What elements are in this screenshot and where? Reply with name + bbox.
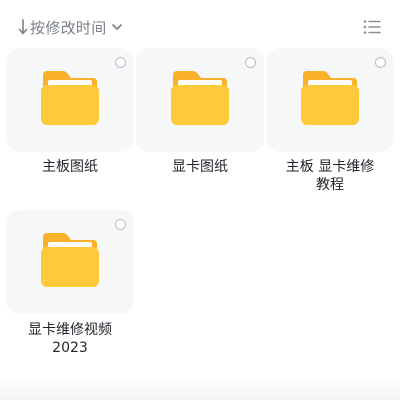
folder-tile[interactable] bbox=[6, 48, 134, 152]
folder-tile[interactable] bbox=[136, 48, 264, 152]
chevron-down-icon bbox=[111, 24, 122, 30]
file-browser: 按修改时间 主板图纸 显卡图纸 主板 显卡维修 教程 显卡维修视频 2023 bbox=[0, 0, 400, 400]
folder-name[interactable]: 主板 显卡维修 教程 bbox=[263, 158, 397, 194]
folder-icon bbox=[171, 71, 229, 125]
list-view-icon[interactable] bbox=[363, 19, 381, 35]
bottom-fade bbox=[0, 376, 400, 400]
folder-icon bbox=[41, 71, 99, 125]
folder-name[interactable]: 显卡图纸 bbox=[133, 158, 267, 176]
select-radio[interactable] bbox=[115, 219, 126, 230]
folder-icon bbox=[41, 233, 99, 287]
select-radio[interactable] bbox=[245, 57, 256, 68]
folder-tile[interactable] bbox=[6, 210, 134, 314]
folder-name[interactable]: 主板图纸 bbox=[3, 158, 137, 176]
folder-name[interactable]: 显卡维修视频 2023 bbox=[3, 321, 137, 357]
select-radio[interactable] bbox=[375, 57, 386, 68]
sort-by-dropdown[interactable]: 按修改时间 bbox=[18, 16, 123, 38]
folder-icon bbox=[301, 71, 359, 125]
sort-label: 按修改时间 bbox=[30, 18, 107, 37]
arrow-down-icon bbox=[18, 19, 28, 35]
select-radio[interactable] bbox=[115, 57, 126, 68]
folder-tile[interactable] bbox=[266, 48, 394, 152]
